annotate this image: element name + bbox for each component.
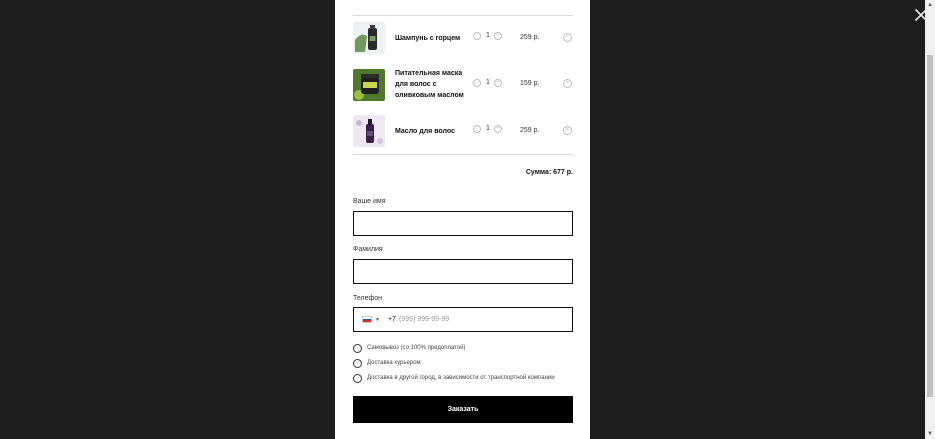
product-price: 259 р. bbox=[520, 127, 540, 134]
product-thumbnail bbox=[353, 22, 385, 54]
radio-button[interactable] bbox=[353, 373, 362, 383]
product-name: Масло для волос bbox=[395, 128, 455, 135]
phone-input-content: ▼ +7 (999) 999-99-99 bbox=[354, 308, 572, 331]
divider bbox=[353, 154, 573, 155]
phone-placeholder: (999) 999-99-99 bbox=[398, 316, 450, 323]
delivery-option-label: Доставка курьером bbox=[367, 360, 421, 366]
decrease-quantity-button[interactable]: − bbox=[473, 32, 481, 40]
scroll-down-icon[interactable]: ▼ bbox=[925, 429, 935, 439]
russia-flag-icon[interactable] bbox=[362, 316, 372, 323]
cart-item: Питательная маска для волос с оливковым … bbox=[353, 68, 573, 104]
product-price: 159 р. bbox=[520, 80, 540, 87]
phone-input[interactable]: ▼ +7 (999) 999-99-99 bbox=[353, 307, 573, 332]
chevron-down-icon[interactable]: ▼ bbox=[375, 317, 380, 323]
remove-item-button[interactable]: × bbox=[563, 33, 572, 42]
quantity-value: 1 bbox=[486, 125, 490, 132]
product-price: 259 р. bbox=[520, 34, 540, 41]
radio-button[interactable] bbox=[353, 358, 362, 368]
delivery-option-label: Доставка в другой город, в зависимости о… bbox=[367, 375, 555, 381]
delivery-option-other-city[interactable]: Доставка в другой город, в зависимости о… bbox=[353, 373, 555, 383]
increase-quantity-button[interactable]: + bbox=[494, 79, 502, 87]
order-submit-button[interactable]: Заказать bbox=[353, 396, 573, 423]
product-thumbnail bbox=[353, 69, 385, 101]
cart-item: Шампунь с горцем − 1 + 259 р. × bbox=[353, 22, 573, 56]
name-label: Ваше имя bbox=[353, 198, 386, 205]
decrease-quantity-button[interactable]: − bbox=[473, 125, 481, 133]
increase-quantity-button[interactable]: + bbox=[494, 125, 502, 133]
increase-quantity-button[interactable]: + bbox=[494, 32, 502, 40]
quantity-value: 1 bbox=[486, 79, 490, 86]
delivery-option-pickup[interactable]: Самовывоз (со 100% предоплатой) bbox=[353, 343, 466, 353]
order-modal: Шампунь с горцем − 1 + 259 р. × Питатель… bbox=[335, 0, 590, 439]
product-name: Шампунь с горцем bbox=[395, 35, 461, 42]
scroll-up-icon[interactable]: ▲ bbox=[925, 0, 935, 10]
order-form-container: Шампунь с горцем − 1 + 259 р. × Питатель… bbox=[353, 0, 573, 439]
radio-button[interactable] bbox=[353, 343, 362, 353]
surname-label: Фамилия bbox=[353, 246, 383, 253]
scrollbar[interactable]: ▲ ▼ bbox=[925, 0, 935, 439]
remove-item-button[interactable]: × bbox=[563, 126, 572, 135]
quantity-value: 1 bbox=[486, 32, 490, 39]
phone-label: Телефон bbox=[353, 295, 383, 302]
phone-country-code: +7 bbox=[387, 316, 396, 323]
delivery-option-courier[interactable]: Доставка курьером bbox=[353, 358, 421, 368]
decrease-quantity-button[interactable]: − bbox=[473, 79, 481, 87]
surname-input[interactable] bbox=[353, 259, 573, 284]
delivery-option-label: Самовывоз (со 100% предоплатой) bbox=[367, 345, 466, 351]
scrollbar-thumb[interactable] bbox=[927, 55, 933, 397]
product-name: Питательная маска для волос с оливковым … bbox=[395, 70, 464, 99]
order-total: Сумма: 677 р. bbox=[525, 169, 573, 176]
product-thumbnail bbox=[353, 115, 385, 147]
cart-item: Масло для волос − 1 + 259 р. × bbox=[353, 115, 573, 149]
remove-item-button[interactable]: × bbox=[563, 79, 572, 88]
name-input[interactable] bbox=[353, 211, 573, 236]
divider bbox=[353, 15, 573, 16]
